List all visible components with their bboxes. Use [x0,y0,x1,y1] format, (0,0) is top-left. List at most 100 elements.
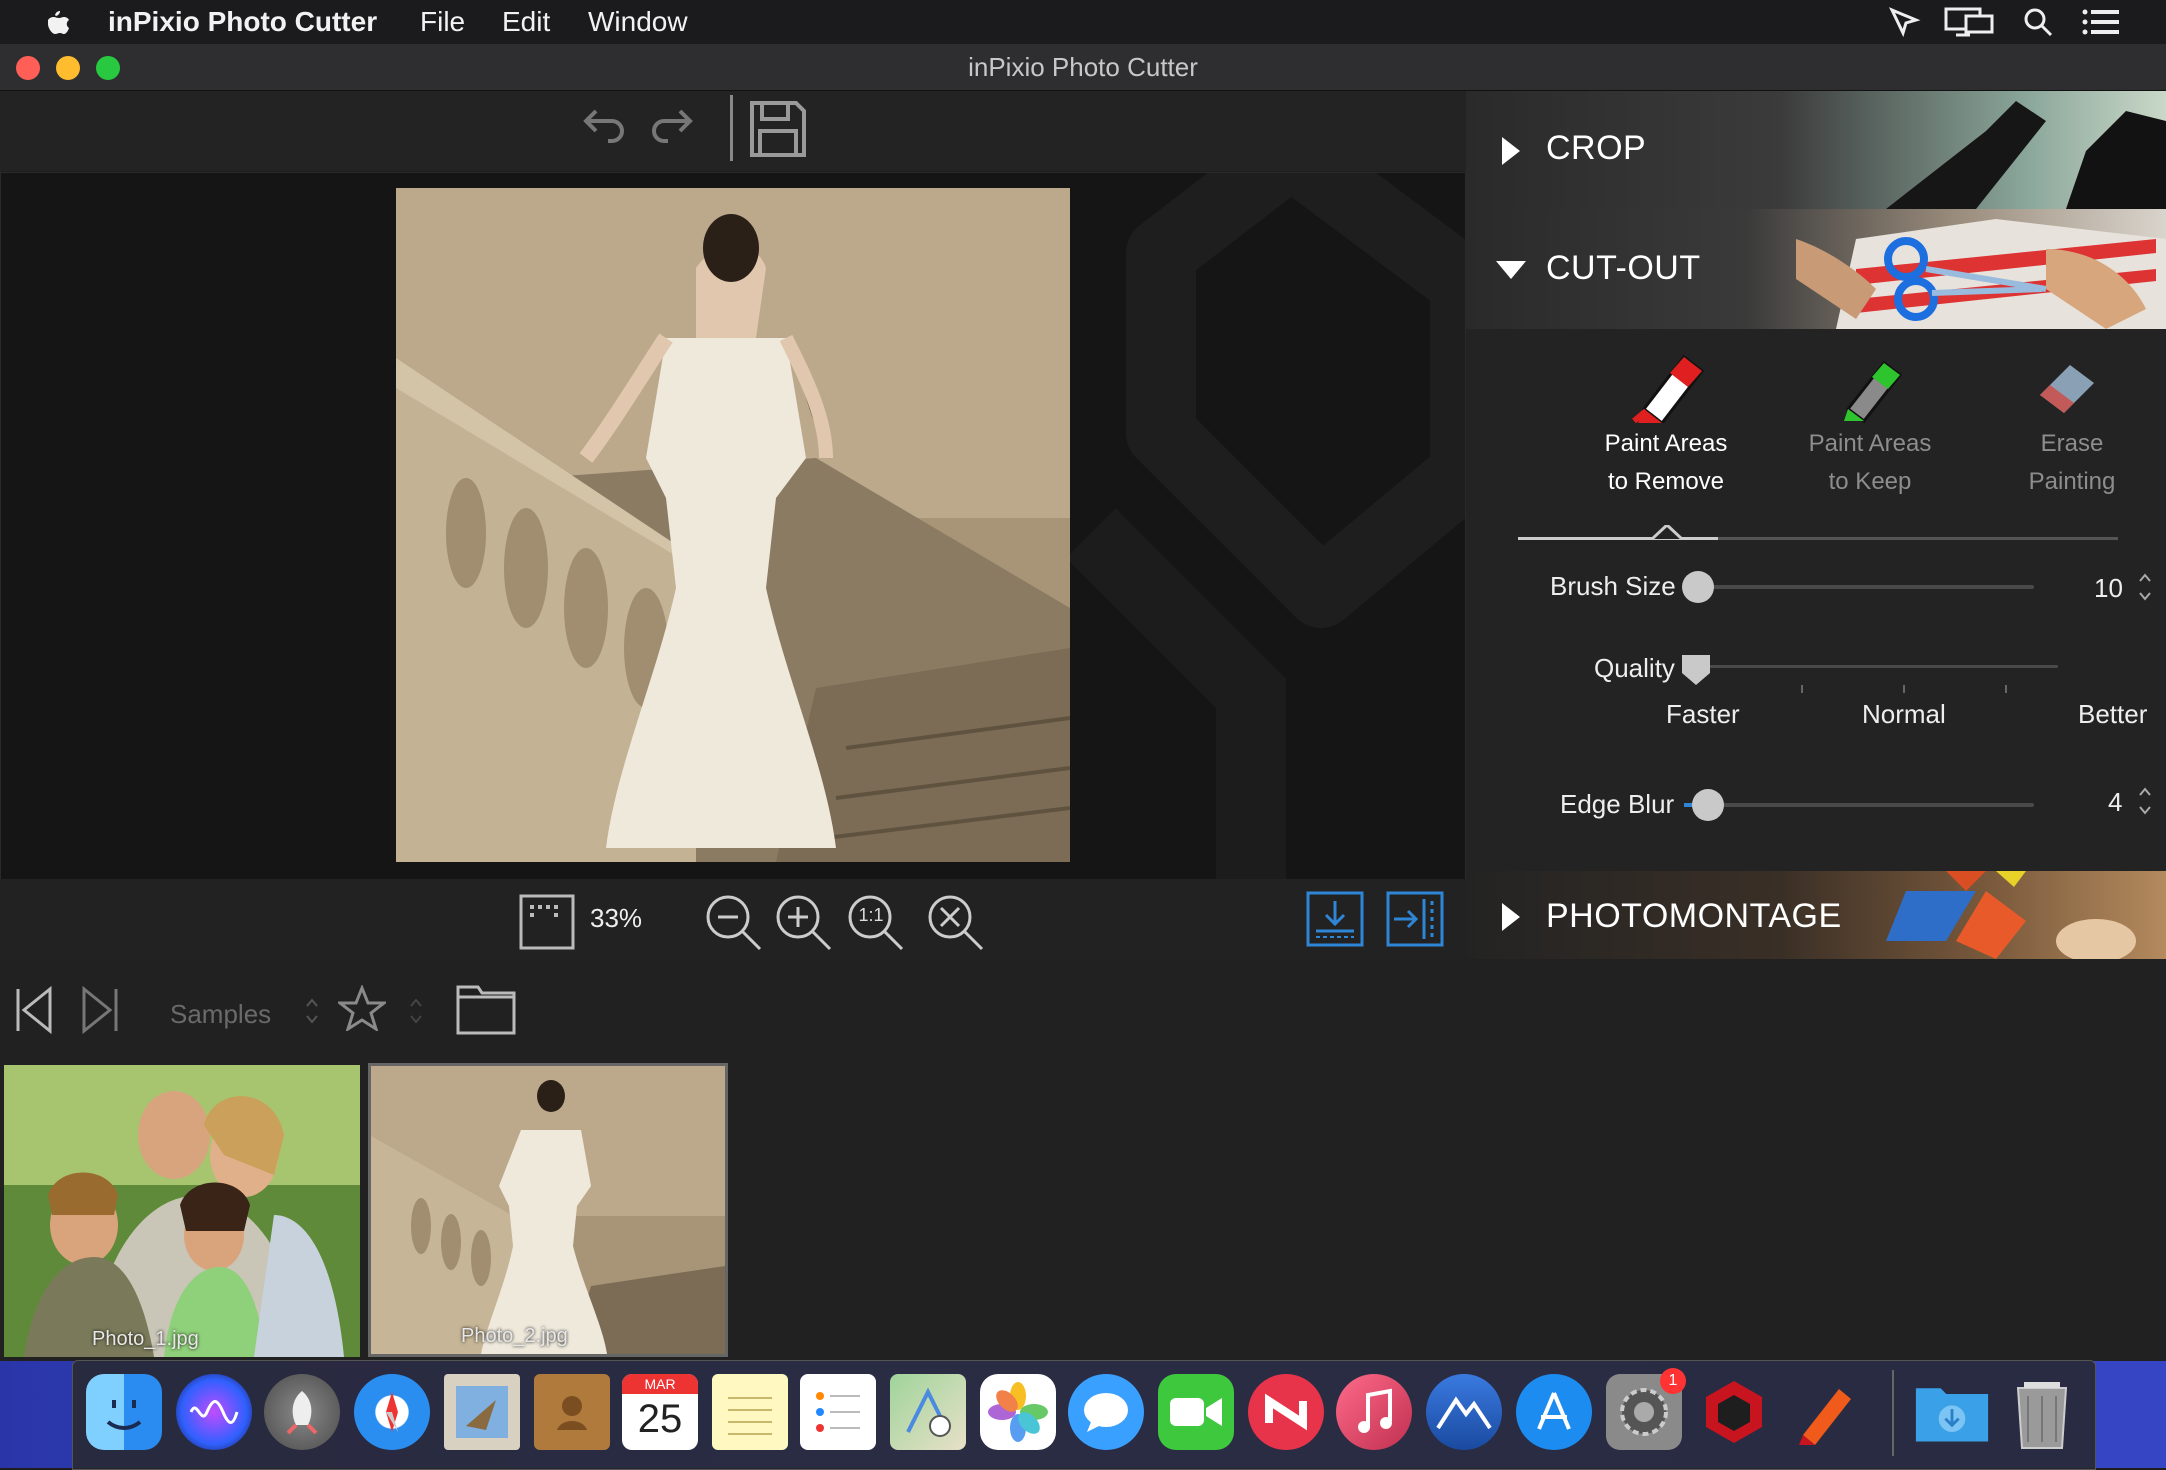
menu-file[interactable]: File [420,0,465,44]
quality-knob[interactable] [1680,653,1712,687]
save-icon[interactable] [748,99,808,159]
app-store-icon[interactable] [1516,1374,1592,1450]
menu-window[interactable]: Window [588,0,688,44]
red-marker-icon [1632,354,1705,423]
calendar-day: 25 [637,1397,683,1441]
safari-icon[interactable] [354,1374,430,1450]
family-photo-image [4,1065,360,1357]
finder-icon[interactable] [86,1374,162,1450]
edge-blur-value[interactable]: 4 [2108,787,2122,818]
cutout-title: CUT-OUT [1546,249,1701,287]
open-folder-icon[interactable] [456,981,516,1037]
bride-photo-image [396,188,1070,862]
contacts-icon[interactable] [534,1374,610,1450]
brush-size-knob[interactable] [1682,571,1714,603]
inpixio-photo-cutter-icon[interactable] [1696,1374,1772,1450]
thumbnail-2-label: Photo_2.jpg [461,1325,568,1347]
paint-remove-label-1: Paint Areas [1604,430,1728,457]
notification-center-icon[interactable] [2082,8,2120,36]
music-icon[interactable] [1336,1374,1412,1450]
paint-keep-tool[interactable]: Paint Areas to Keep [1770,343,1970,523]
tool-selection-indicator [1518,537,1718,540]
favorite-star-icon[interactable] [338,985,386,1031]
launchpad-icon[interactable] [264,1374,340,1450]
apple-menu-icon[interactable] [40,0,70,44]
thumbnail-photo-1[interactable]: Photo_1.jpg [4,1065,360,1357]
zoom-out-icon[interactable] [704,893,764,953]
toolbar-divider [730,95,733,161]
window-title-bar: inPixio Photo Cutter [0,44,2166,91]
dock-separator [1892,1370,1894,1456]
edge-blur-stepper[interactable] [2138,783,2152,819]
crop-hands-image [1886,101,2166,209]
macos-installer-icon[interactable] [1426,1374,1502,1450]
edge-blur-slider[interactable] [1684,803,2034,807]
quality-option-better[interactable]: Better [2078,699,2147,730]
news-icon[interactable] [1248,1374,1324,1450]
thumbnail-photo-2[interactable]: Photo_2.jpg [368,1063,728,1357]
downloads-folder-icon[interactable] [1914,1374,1990,1450]
mail-icon[interactable] [444,1374,520,1450]
minimize-window-button[interactable] [56,56,80,80]
paint-keep-label-1: Paint Areas [1808,430,1932,457]
previous-photo-icon[interactable] [14,985,54,1035]
bride-thumbnail-image [371,1066,725,1354]
erase-painting-tool[interactable]: Erase Painting [1972,343,2166,523]
cutout-section-header[interactable]: CUT-OUT [1466,209,2166,329]
inpixio-pen-icon[interactable] [1786,1374,1862,1450]
import-background-icon[interactable] [1306,891,1364,947]
edge-blur-knob[interactable] [1692,789,1724,821]
redo-icon[interactable] [648,99,702,153]
brush-size-slider[interactable] [1698,585,2034,589]
calendar-icon[interactable]: MAR 25 [622,1374,698,1450]
zoom-one-to-one-label: 1:1 [858,905,884,925]
cutout-collapse-icon [1496,261,1526,279]
messages-icon[interactable] [1068,1374,1144,1450]
export-panel-icon[interactable] [1386,891,1444,947]
reminders-icon[interactable] [800,1374,876,1450]
display-mirroring-icon[interactable] [1944,6,1996,38]
rating-chevrons-icon[interactable] [408,993,424,1029]
erase-label-2: Painting [2028,468,2116,495]
zoom-actual-size-button[interactable]: 1:1 [846,893,906,953]
notes-icon[interactable] [712,1374,788,1450]
bride-photo[interactable] [396,188,1070,862]
paint-remove-tool[interactable]: Paint Areas to Remove [1566,343,1766,523]
maps-icon[interactable] [890,1374,966,1450]
quality-option-faster[interactable]: Faster [1666,699,1740,730]
fit-selection-icon[interactable] [518,893,576,951]
edge-blur-label: Edge Blur [1560,789,1675,819]
siri-icon[interactable] [176,1374,252,1450]
photomontage-title: PHOTOMONTAGE [1546,897,1842,935]
quality-option-normal[interactable]: Normal [1862,699,1946,730]
undo-icon[interactable] [574,99,628,153]
photomontage-section-header[interactable]: PHOTOMONTAGE [1466,871,2166,959]
zoom-fit-icon[interactable] [926,893,986,953]
facetime-icon[interactable] [1158,1374,1234,1450]
quality-label: Quality [1594,653,1675,683]
zoom-level: 33% [590,903,643,933]
crop-title: CROP [1546,129,1647,167]
editor-toolbar [0,91,1466,171]
trash-icon[interactable] [2004,1374,2080,1450]
brush-size-value[interactable]: 10 [2094,573,2123,604]
brush-size-label: Brush Size [1550,571,1676,601]
window-title: inPixio Photo Cutter [968,52,1198,82]
tools-panel: CROP CUT-OUT Paint Areas to Remove Paint… [1466,91,2166,959]
crop-section-header[interactable]: CROP [1466,91,2166,209]
menu-edit[interactable]: Edit [502,0,550,44]
folder-select-chevrons-icon[interactable] [304,993,320,1029]
app-name-menu[interactable]: inPixio Photo Cutter [108,0,377,44]
spotlight-search-icon[interactable] [2022,6,2054,38]
zoom-in-icon[interactable] [774,893,834,953]
photomontage-puzzle-image [1886,871,2136,959]
close-window-button[interactable] [16,56,40,80]
quality-slider[interactable] [1698,665,2058,668]
next-photo-icon[interactable] [80,985,120,1035]
samples-folder-label[interactable]: Samples [170,999,271,1030]
erase-label-1: Erase [2040,430,2104,457]
zoom-window-button[interactable] [96,56,120,80]
brush-size-stepper[interactable] [2138,569,2152,605]
photos-icon[interactable] [980,1374,1056,1450]
status-cursor-icon[interactable] [1888,6,1922,38]
